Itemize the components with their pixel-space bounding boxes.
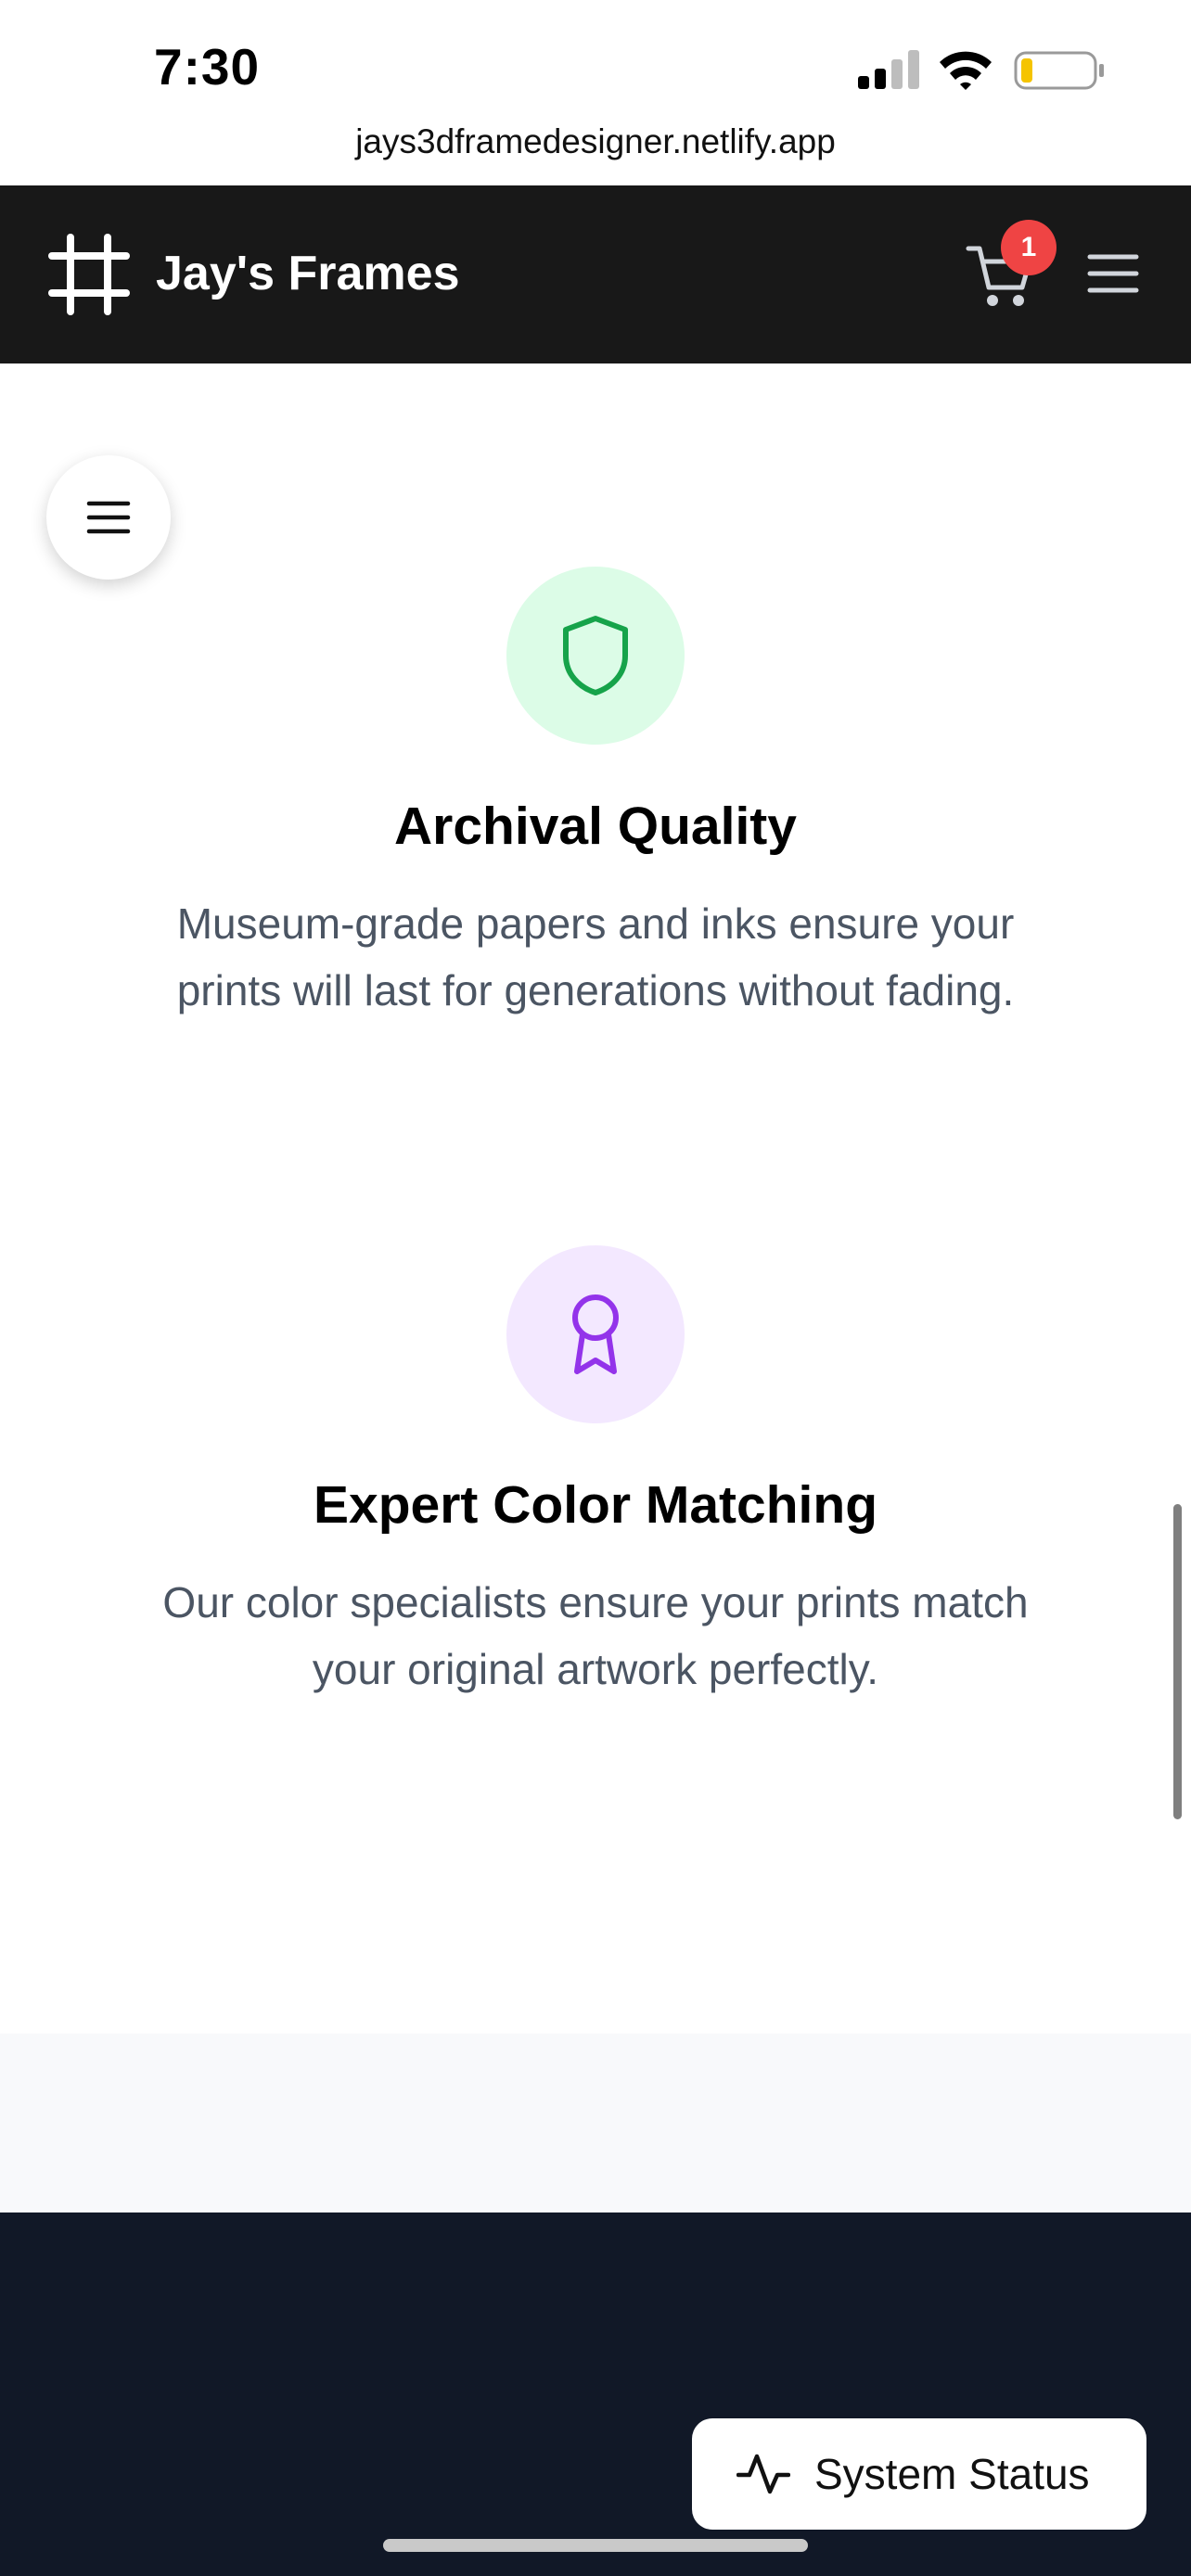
feature-title: Expert Color Matching — [313, 1475, 878, 1535]
frame-hash-icon[interactable] — [48, 234, 130, 315]
ios-status-bar: 7:30 jays3dframedesigner.netlify.app — [0, 0, 1191, 185]
award-ribbon-icon — [572, 1294, 619, 1374]
section-divider-band — [0, 2034, 1191, 2213]
feature-description: Museum-grade papers and inks ensure your… — [176, 899, 1015, 1014]
cart-count-badge: 1 — [1001, 220, 1057, 275]
scrollbar-thumb[interactable] — [1173, 1504, 1182, 1819]
battery-icon — [1014, 51, 1104, 90]
feature-title: Archival Quality — [394, 797, 797, 856]
system-status-button[interactable]: System Status — [692, 2418, 1146, 2530]
floating-menu-button[interactable] — [46, 455, 171, 580]
brand-name[interactable]: Jay's Frames — [156, 246, 460, 301]
feature-icon-circle — [506, 1245, 685, 1423]
hamburger-icon — [86, 501, 131, 534]
home-indicator[interactable] — [383, 2539, 808, 2552]
feature-icon-circle — [506, 567, 685, 745]
activity-pulse-icon — [736, 2454, 790, 2494]
system-status-label: System Status — [814, 2450, 1090, 2498]
status-time: 7:30 — [154, 38, 261, 96]
hamburger-icon[interactable] — [1085, 246, 1141, 301]
wifi-icon — [940, 51, 992, 90]
shield-icon — [563, 616, 628, 695]
feature-description: Our color specialists ensure your prints… — [162, 1578, 1029, 1693]
browser-url[interactable]: jays3dframedesigner.netlify.app — [0, 122, 1191, 161]
cellular-signal-icon — [858, 50, 919, 89]
